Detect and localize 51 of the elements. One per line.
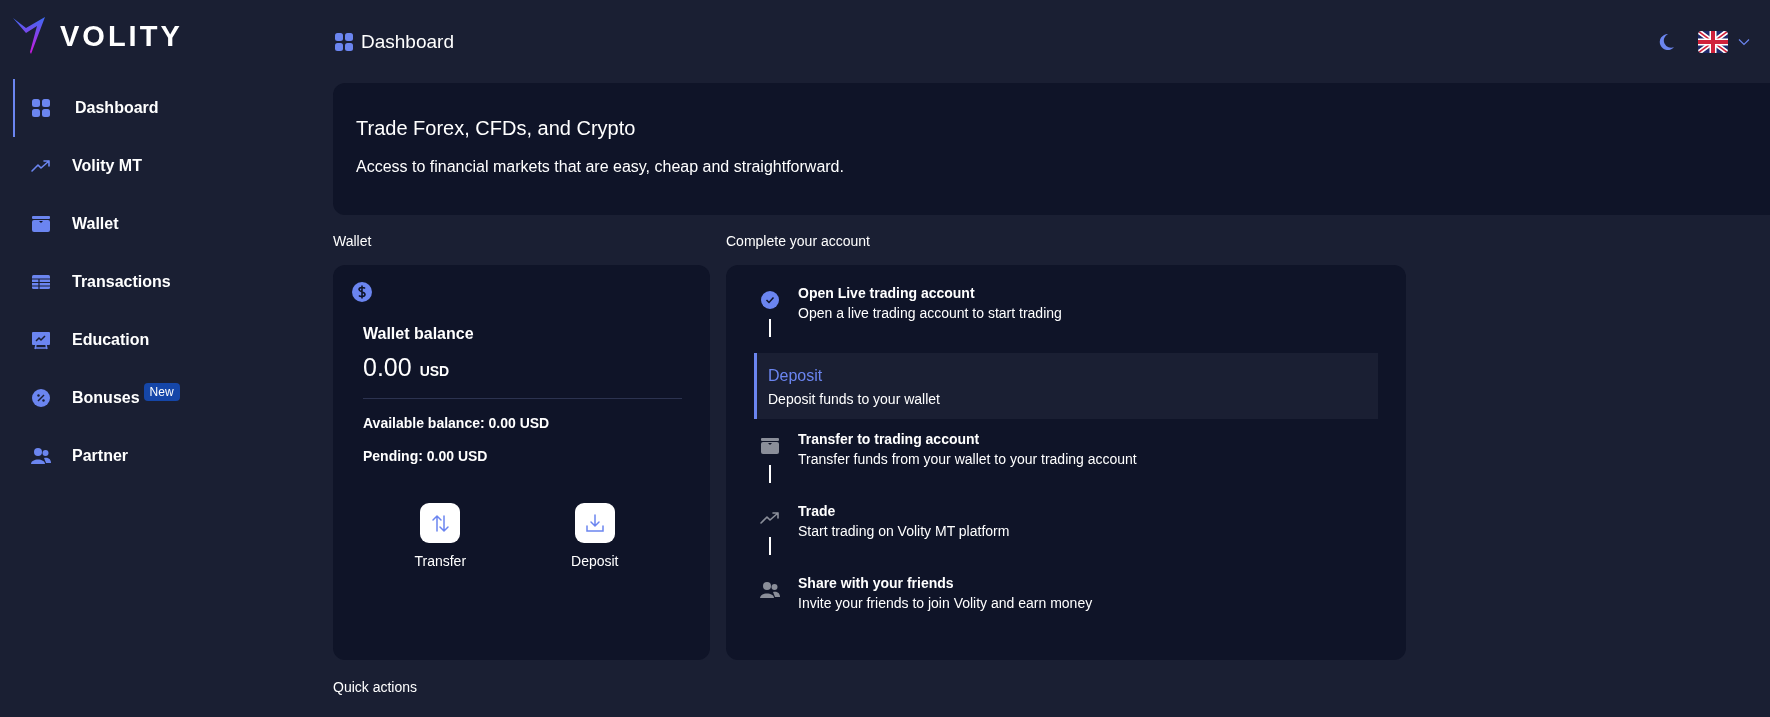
- sidebar-item[interactable]: Partner: [13, 427, 243, 485]
- step-highlight[interactable]: Deposit Deposit funds to your wallet: [754, 353, 1378, 419]
- new-badge: New: [143, 383, 180, 401]
- step-description: Start trading on Volity MT platform: [798, 523, 1010, 539]
- section-title: Quick actions: [333, 679, 418, 695]
- transfer-button[interactable]: [420, 503, 461, 543]
- page-title: Dashboard: [361, 30, 454, 53]
- chevron-down-icon: [1738, 37, 1750, 46]
- people-icon: [759, 579, 781, 601]
- language-selector[interactable]: [1698, 30, 1750, 53]
- deposit-button[interactable]: [574, 503, 615, 543]
- step-title: Trade: [798, 503, 837, 519]
- grid-icon: [30, 97, 52, 119]
- balance-amount: 0.00: [363, 353, 412, 382]
- wallet-icon: [759, 435, 781, 457]
- brand-name: VOLITY: [60, 19, 183, 53]
- chart-board-icon: [30, 329, 52, 351]
- section-title: Wallet: [333, 233, 373, 249]
- step-title: Open Live trading account: [798, 285, 976, 301]
- step-title: Share with your friends: [798, 575, 955, 591]
- people-icon: [30, 445, 52, 467]
- grid-icon: [333, 30, 355, 53]
- section-title: Complete your account: [726, 233, 871, 249]
- step-description: Transfer funds from your wallet to your trading account: [798, 451, 1137, 467]
- sidebar-item[interactable]: Dashboard: [13, 79, 243, 137]
- logo-icon: [12, 16, 48, 56]
- action-label: Transfer: [414, 553, 467, 569]
- download-icon: [583, 512, 606, 534]
- step-description: Open a live trading account to start trading: [798, 305, 1062, 321]
- step-description: Invite your friends to join Volity and earn money: [798, 595, 1093, 611]
- step-title: Transfer to trading account: [798, 431, 981, 447]
- check-circle-icon: [759, 289, 781, 311]
- banner-title: Trade Forex, CFDs, and Crypto: [356, 117, 637, 140]
- step-title: Deposit: [768, 367, 824, 385]
- sidebar-item[interactable]: Wallet: [13, 195, 243, 253]
- banner-text: Access to financial markets that are easy, cheap and straightforward.: [356, 158, 845, 176]
- step-description: Deposit funds to your wallet: [768, 391, 940, 407]
- sidebar-item[interactable]: Transactions: [13, 253, 243, 311]
- wallet-balance-title: Wallet balance: [363, 325, 474, 343]
- wallet-icon: [30, 213, 52, 235]
- available-balance: Available balance: 0.00 USD: [363, 415, 550, 431]
- pending-balance: Pending: 0.00 USD: [363, 448, 488, 464]
- dollar-coin-icon: [351, 281, 373, 303]
- flag-icon: [1698, 30, 1728, 53]
- sidebar-item[interactable]: Bonuses New: [13, 369, 243, 427]
- sidebar-item[interactable]: Education: [13, 311, 243, 369]
- percent-badge-icon: [30, 387, 52, 409]
- action-label: Deposit: [571, 553, 619, 569]
- currency-label: USD: [419, 363, 450, 379]
- sidebar-item[interactable]: Volity MT: [13, 137, 243, 195]
- transfer-arrows-icon: [429, 512, 452, 534]
